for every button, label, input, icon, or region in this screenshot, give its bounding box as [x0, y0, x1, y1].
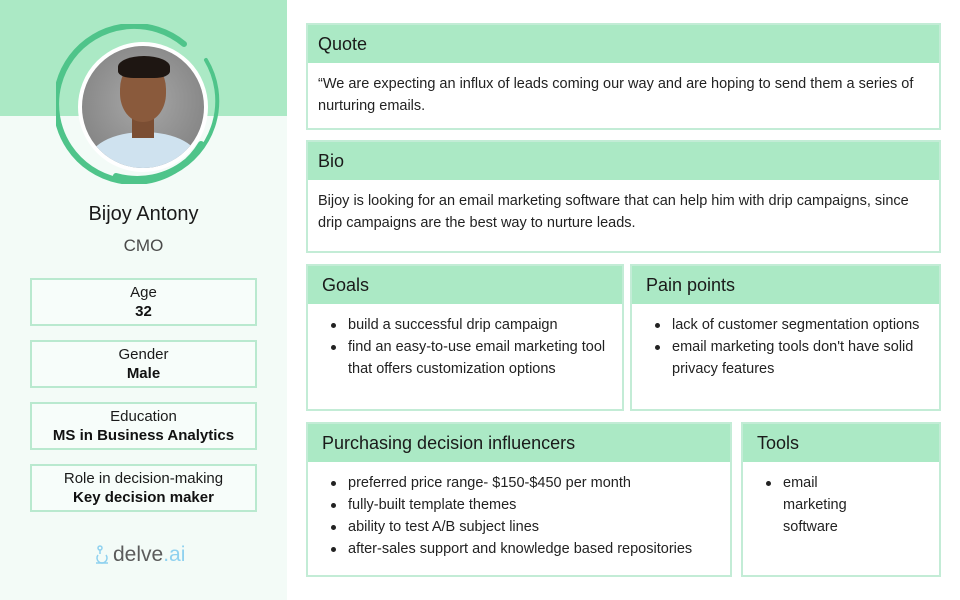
list-item: build a successful drip campaign	[328, 314, 612, 336]
purchasing-influencers-card-header: Purchasing decision influencers	[308, 424, 730, 462]
attribute-label: Gender	[118, 346, 169, 363]
bio-card: Bio Bijoy is looking for an email market…	[306, 140, 941, 253]
quote-card: Quote “We are expecting an influx of lea…	[306, 23, 941, 130]
list-item: email marketing tools don't have solid p…	[652, 336, 929, 380]
tools-list: email marketing software	[753, 472, 853, 538]
attribute-value: Male	[126, 365, 161, 382]
attribute-label: Education	[110, 408, 177, 425]
avatar-container	[56, 24, 226, 184]
list-item: fully-built template themes	[328, 494, 720, 516]
attribute-value: MS in Business Analytics	[52, 427, 235, 444]
attribute-label: Age	[130, 284, 157, 301]
pain-points-list: lack of customer segmentation options em…	[642, 314, 929, 380]
tools-card: Tools email marketing software	[741, 422, 941, 577]
goals-list: build a successful drip campaign find an…	[318, 314, 612, 380]
purchasing-influencers-card: Purchasing decision influencers preferre…	[306, 422, 732, 577]
tools-card-header: Tools	[743, 424, 939, 462]
bio-card-header: Bio	[308, 142, 939, 180]
attribute-label: Role in decision-making	[63, 470, 224, 487]
attribute-value: 32	[135, 303, 152, 320]
logo-text-ai: .ai	[163, 543, 186, 566]
list-item: email marketing software	[763, 472, 853, 538]
persona-name: Bijoy Antony	[88, 203, 199, 225]
persona-sidebar: Bijoy Antony CMO Age 32 Gender Male Educ…	[0, 0, 287, 600]
delve-ai-logo: delve .ai	[95, 543, 185, 567]
quote-text: “We are expecting an influx of leads com…	[318, 76, 914, 114]
attribute-age: Age 32	[30, 278, 257, 326]
pain-points-card-header: Pain points	[632, 266, 939, 304]
attribute-decision-role: Role in decision-making Key decision mak…	[30, 464, 257, 512]
list-item: preferred price range- $150-$450 per mon…	[328, 472, 720, 494]
avatar-body-shape	[88, 132, 200, 168]
list-item: after-sales support and knowledge based …	[328, 538, 720, 560]
bio-text: Bijoy is looking for an email marketing …	[318, 193, 909, 231]
list-item: ability to test A/B subject lines	[328, 516, 720, 538]
goals-card: Goals build a successful drip campaign f…	[306, 264, 624, 411]
persona-role: CMO	[123, 236, 164, 255]
microscope-icon	[96, 545, 108, 564]
pain-points-card: Pain points lack of customer segmentatio…	[630, 264, 941, 411]
attribute-value: Key decision maker	[73, 489, 214, 506]
list-item: find an easy-to-use email marketing tool…	[328, 336, 612, 380]
avatar	[78, 42, 208, 172]
quote-card-header: Quote	[308, 25, 939, 63]
attribute-gender: Gender Male	[30, 340, 257, 388]
list-item: lack of customer segmentation options	[652, 314, 929, 336]
purchasing-influencers-list: preferred price range- $150-$450 per mon…	[318, 472, 720, 560]
avatar-hair-shape	[118, 56, 170, 78]
goals-card-header: Goals	[308, 266, 622, 304]
attribute-education: Education MS in Business Analytics	[30, 402, 257, 450]
logo-text-delve: delve	[113, 543, 164, 566]
